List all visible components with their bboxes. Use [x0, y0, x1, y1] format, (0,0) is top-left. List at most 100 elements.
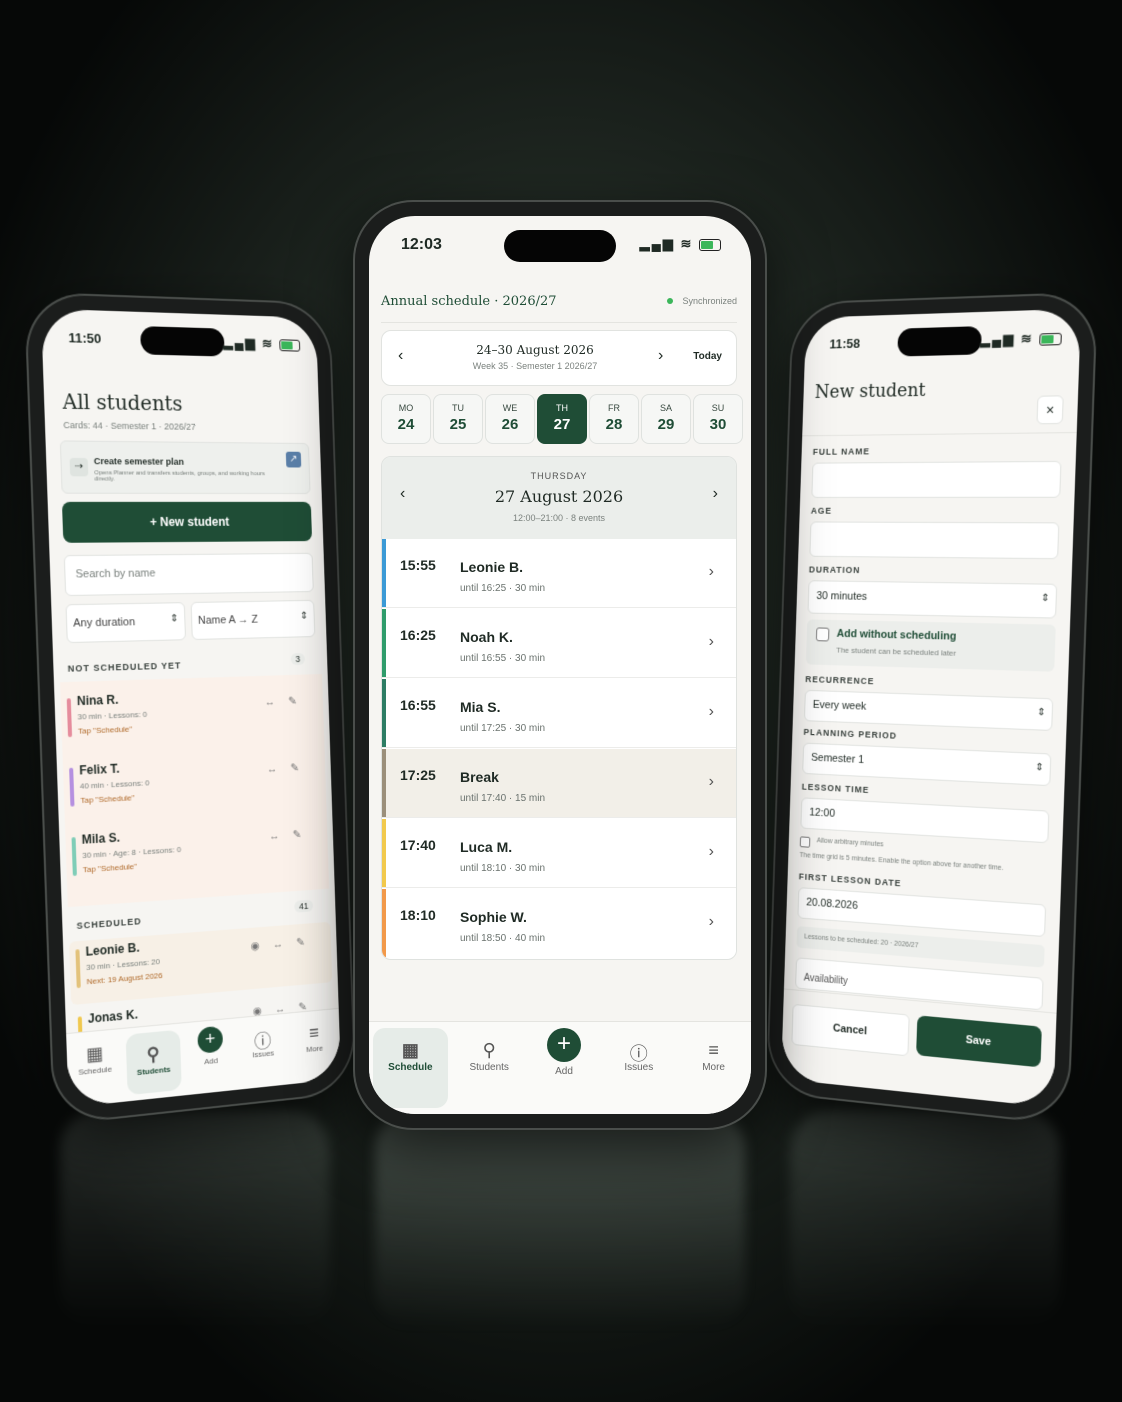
day-cell-su[interactable]: SU 30	[693, 394, 743, 444]
recurrence-select[interactable]: Every week ⇕	[803, 689, 1054, 732]
page-subtitle: Cards: 44 · Semester 1 · 2026/27	[63, 419, 197, 432]
nav-more[interactable]: ≡ More	[676, 1022, 751, 1114]
age-label: AGE	[810, 505, 833, 516]
event-sub: until 16:25 · 30 min	[460, 583, 546, 594]
day-cell-tu[interactable]: TU 25	[433, 394, 483, 444]
event-color-bar	[382, 819, 386, 887]
nav-schedule[interactable]: ▦ Schedule	[373, 1028, 448, 1108]
chevron-right-icon: ›	[708, 633, 714, 650]
checkbox[interactable]	[815, 627, 830, 642]
list-item[interactable]: Mila S. 30 min · Age: 8 · Lessons: 0 Tap…	[65, 815, 329, 893]
nav-issues[interactable]: ⓘ Issues	[236, 1014, 290, 1090]
event-time: 18:10	[400, 907, 436, 923]
allow-arbitrary-label: Allow arbitrary minutes	[816, 837, 884, 849]
day-cell-mo[interactable]: MO 24	[381, 394, 431, 444]
new-student-button[interactable]: + New student	[61, 501, 313, 543]
lesson-time-label: LESSON TIME	[801, 781, 870, 796]
nav-schedule[interactable]: ▦ Schedule	[66, 1029, 124, 1108]
event-name: Noah K.	[460, 629, 513, 645]
event-row[interactable]: 16:55 Mia S. until 17:25 · 30 min ›	[382, 679, 736, 748]
nav-more[interactable]: ≡ More	[288, 1009, 341, 1084]
student-next: Next: 19 August 2026	[86, 970, 163, 987]
schedule-screen: 12:03 ▂▄▆ ≋ Annual schedule · 2026/27 Sy…	[369, 216, 751, 1114]
students-screen: 11:50 ▂▄▆ ≋ All students Cards: 44 · Sem…	[40, 308, 342, 1108]
event-row[interactable]: 17:40 Luca M. until 18:10 · 30 min ›	[382, 819, 736, 888]
nav-students[interactable]: ⚲ Students	[452, 1022, 527, 1114]
event-color-bar	[382, 889, 386, 957]
event-sub: until 18:10 · 30 min	[460, 863, 546, 874]
student-hint: Tap "Schedule"	[82, 861, 138, 875]
left-phone: 11:50 ▂▄▆ ≋ All students Cards: 44 · Sem…	[26, 293, 355, 1124]
nav-students[interactable]: ⚲ Students	[125, 1029, 182, 1096]
page-title: All students	[62, 389, 183, 416]
search-input[interactable]: Search by name	[63, 552, 314, 597]
status-time: 12:03	[401, 236, 442, 253]
open-planner-icon[interactable]: ↗	[285, 451, 302, 468]
unscheduled-list: Nina R. 30 min · Lessons: 0 Tap "Schedul…	[60, 673, 330, 908]
row-action-icons[interactable]: ↔✎	[265, 694, 311, 708]
semester-plan-banner[interactable]: ⇢ Create semester plan Opens Planner and…	[59, 440, 311, 495]
status-icons: ▂▄▆ ≋	[980, 330, 1062, 349]
chevron-updown-icon: ⇕	[1040, 592, 1050, 605]
student-hint: Tap "Schedule"	[77, 724, 133, 736]
center-phone: 12:03 ▂▄▆ ≋ Annual schedule · 2026/27 Sy…	[355, 202, 765, 1128]
sync-dot-icon	[667, 298, 673, 304]
allow-arbitrary-checkbox[interactable]	[799, 836, 811, 848]
status-icons: ▂▄▆ ≋	[223, 335, 301, 353]
duration-select[interactable]: 30 minutes ⇕	[807, 580, 1058, 619]
row-action-icons[interactable]: ↔✎	[267, 761, 313, 776]
planning-period-select[interactable]: Semester 1 ⇕	[802, 742, 1052, 787]
chevron-right-icon: ›	[708, 913, 714, 930]
today-button[interactable]: Today	[693, 351, 722, 362]
list-item[interactable]: Nina R. 30 min · Lessons: 0 Tap "Schedul…	[60, 682, 324, 754]
student-meta: 40 min · Lessons: 0	[79, 778, 150, 791]
plan-icon: ⇢	[69, 457, 89, 477]
row-action-icons[interactable]: ◉↔✎	[250, 934, 318, 952]
add-without-scheduling-card[interactable]: Add without scheduling The student can b…	[805, 619, 1056, 672]
day-cell-we[interactable]: WE 26	[485, 394, 535, 444]
banner-title: Create semester plan	[93, 456, 185, 467]
day-card: ‹ THURSDAY 27 August 2026 12:00–21:00 · …	[381, 456, 737, 960]
close-button[interactable]: ×	[1036, 395, 1064, 425]
student-meta: 30 min · Age: 8 · Lessons: 0	[82, 844, 182, 861]
student-meta: 30 min · Lessons: 0	[77, 709, 148, 722]
nav-add[interactable]: + Add	[183, 1018, 238, 1095]
sync-status: Synchronized	[682, 296, 737, 306]
age-field[interactable]	[809, 521, 1060, 560]
bottom-nav: ▦ Schedule ⚲ Students + Add ⓘ Issues ≡ More	[369, 1021, 751, 1114]
row-action-icons[interactable]: ↔✎	[269, 827, 315, 843]
day-cell-sa[interactable]: SA 29	[641, 394, 691, 444]
status-icons: ▂▄▆ ≋	[640, 236, 721, 252]
duration-filter[interactable]: Any duration ⇕	[65, 602, 187, 644]
day-cell-th[interactable]: TH 27	[537, 394, 587, 444]
duration-filter-value: Any duration	[73, 616, 136, 630]
status-time: 11:58	[829, 335, 861, 352]
event-row[interactable]: 15:55 Leonie B. until 16:25 · 30 min ›	[382, 539, 736, 608]
save-button[interactable]: Save	[916, 1015, 1042, 1068]
status-bar: 12:03 ▂▄▆ ≋	[369, 234, 751, 258]
day-cell-fr[interactable]: FR 28	[589, 394, 639, 444]
full-name-label: FULL NAME	[812, 446, 871, 457]
header-title: Annual schedule · 2026/27	[381, 294, 557, 309]
chevron-updown-icon: ⇕	[1037, 706, 1046, 719]
full-name-field[interactable]	[811, 460, 1062, 498]
event-row[interactable]: 16:25 Noah K. until 16:55 · 30 min ›	[382, 609, 736, 678]
add-without-scheduling-label: Add without scheduling	[836, 627, 957, 643]
page-title: New student	[814, 379, 926, 403]
day-header: ‹ THURSDAY 27 August 2026 12:00–21:00 · …	[382, 457, 736, 539]
recurrence-label: RECURRENCE	[805, 674, 875, 687]
event-row[interactable]: 18:10 Sophie W. until 18:50 · 40 min ›	[382, 889, 736, 957]
menu-icon: ≡	[708, 1040, 719, 1060]
duration-label: DURATION	[808, 564, 861, 576]
break-row[interactable]: 17:25 Break until 17:40 · 15 min ›	[382, 749, 736, 818]
next-week-button[interactable]: ›	[658, 347, 663, 365]
nav-add[interactable]: + Add	[527, 1022, 602, 1114]
nav-issues[interactable]: ⓘ Issues	[601, 1022, 676, 1114]
section-count-badge: 3	[290, 652, 306, 666]
cancel-button[interactable]: Cancel	[791, 1003, 910, 1057]
next-day-button[interactable]: ›	[713, 485, 718, 503]
color-bar	[75, 949, 81, 989]
list-item[interactable]: Felix T. 40 min · Lessons: 0 Tap "Schedu…	[63, 748, 327, 823]
lesson-time-field[interactable]: 12:00	[800, 797, 1050, 844]
sort-filter[interactable]: Name A → Z ⇕	[190, 599, 316, 641]
